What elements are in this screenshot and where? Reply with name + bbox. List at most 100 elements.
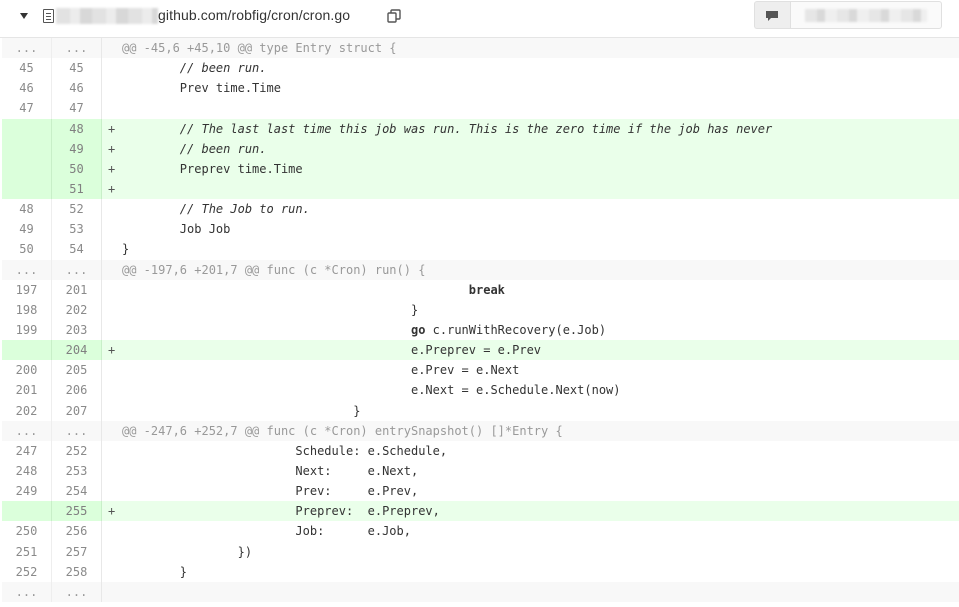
new-line-number[interactable]: 49 xyxy=(52,138,102,159)
old-line-number[interactable]: 200 xyxy=(2,360,52,381)
new-line-number[interactable]: 258 xyxy=(52,561,102,582)
old-line-number[interactable]: 202 xyxy=(2,400,52,421)
caret-down-icon[interactable] xyxy=(20,13,28,19)
added-line-row: 51 + xyxy=(2,178,959,200)
context-line-row: 252 258 } xyxy=(2,561,959,582)
hunk-header-row: ...... @@ -197,6 +201,7 @@ func (c *Cron)… xyxy=(2,259,959,280)
old-line-number[interactable] xyxy=(2,178,52,200)
context-line-row: 45 45 // been run. xyxy=(2,58,959,79)
old-line-number[interactable]: 198 xyxy=(2,299,52,320)
new-line-number[interactable]: 254 xyxy=(52,481,102,502)
new-line-number[interactable]: 54 xyxy=(52,239,102,260)
old-line-number[interactable]: 46 xyxy=(2,78,52,99)
new-line-number[interactable]: 52 xyxy=(52,199,102,220)
new-line-number[interactable]: 47 xyxy=(52,98,102,119)
new-line-number[interactable]: 255 xyxy=(52,501,102,522)
old-line-number[interactable]: 251 xyxy=(2,541,52,562)
old-line-number[interactable]: 199 xyxy=(2,319,52,341)
new-line-number[interactable]: 205 xyxy=(52,360,102,381)
hunk-header-row: ...... @@ -45,6 +45,10 @@ type Entry stru… xyxy=(2,38,959,59)
code-line: Preprev time.Time xyxy=(122,161,303,176)
added-line-row: 204 + e.Preprev = e.Prev xyxy=(2,340,959,361)
file-icon xyxy=(43,9,54,23)
context-line-row: 47 47 xyxy=(2,98,959,119)
old-line-number[interactable] xyxy=(2,158,52,179)
code-line: } xyxy=(122,403,361,418)
diff-table: ...... @@ -45,6 +45,10 @@ type Entry stru… xyxy=(2,38,959,602)
clipboard-icon[interactable] xyxy=(387,9,401,23)
old-line-number[interactable]: 50 xyxy=(2,239,52,260)
old-line-number[interactable]: ... xyxy=(2,581,52,602)
new-line-number[interactable]: ... xyxy=(52,581,102,602)
context-line-row: 202 207 } xyxy=(2,400,959,421)
new-line-number[interactable]: 48 xyxy=(52,118,102,139)
file-path-link[interactable]: github.com/robfig/cron/cron.go xyxy=(158,7,350,23)
new-line-number[interactable]: 53 xyxy=(52,219,102,240)
new-line-number[interactable]: 253 xyxy=(52,460,102,482)
added-line-row: 255 + Preprev: e.Preprev, xyxy=(2,501,959,522)
code-line: e.Prev = e.Next xyxy=(122,363,520,378)
old-line-number[interactable]: ... xyxy=(2,259,52,280)
new-line-number[interactable]: 257 xyxy=(52,541,102,562)
code-line: // The last last time this job was run. … xyxy=(122,121,773,136)
new-line-number[interactable]: ... xyxy=(52,259,102,280)
old-line-number[interactable]: 250 xyxy=(2,521,52,542)
old-line-number[interactable]: ... xyxy=(2,38,52,59)
code-line: } xyxy=(122,564,188,579)
context-line-row: 199 203 go c.runWithRecovery(e.Job) xyxy=(2,319,959,341)
old-line-number[interactable] xyxy=(2,138,52,159)
new-line-number[interactable]: 45 xyxy=(52,58,102,79)
new-line-number[interactable]: 204 xyxy=(52,340,102,361)
old-line-number[interactable]: 49 xyxy=(2,219,52,240)
old-line-number[interactable]: ... xyxy=(2,420,52,441)
new-line-number[interactable]: 46 xyxy=(52,78,102,99)
old-line-number[interactable]: 247 xyxy=(2,440,52,461)
new-line-number[interactable]: 51 xyxy=(52,178,102,200)
old-line-number[interactable]: 201 xyxy=(2,380,52,401)
old-line-number[interactable]: 47 xyxy=(2,98,52,119)
code-line: go c.runWithRecovery(e.Job) xyxy=(122,320,606,340)
comment-icon xyxy=(766,11,778,21)
code-line: e.Next = e.Schedule.Next(now) xyxy=(122,383,621,398)
context-line-row: 46 46 Prev time.Time xyxy=(2,78,959,99)
new-line-number[interactable]: 206 xyxy=(52,380,102,401)
added-marker: + xyxy=(108,141,116,156)
old-line-number[interactable]: 248 xyxy=(2,460,52,482)
old-line-number[interactable]: 48 xyxy=(2,199,52,220)
old-line-number[interactable]: 45 xyxy=(2,58,52,79)
new-line-number[interactable]: ... xyxy=(52,420,102,441)
code-line: } xyxy=(122,302,419,317)
new-line-number[interactable]: 202 xyxy=(52,299,102,320)
new-line-number[interactable]: 50 xyxy=(52,158,102,179)
new-line-number[interactable]: 201 xyxy=(52,279,102,300)
added-marker: + xyxy=(108,343,116,358)
code-line: Next: e.Next, xyxy=(122,463,419,478)
code-keyword: go xyxy=(410,322,426,337)
new-line-number[interactable]: 203 xyxy=(52,319,102,341)
code-text: c.runWithRecovery(e.Job) xyxy=(425,322,607,337)
context-line-row: 48 52 // The Job to run. xyxy=(2,199,959,220)
old-line-number[interactable] xyxy=(2,340,52,361)
code-line: Prev: e.Prev, xyxy=(122,484,419,499)
file-header: github.com/robfig/cron/cron.go xyxy=(0,0,959,38)
old-line-number[interactable] xyxy=(2,501,52,522)
new-line-number[interactable]: ... xyxy=(52,38,102,59)
comment-button[interactable] xyxy=(754,1,790,29)
added-marker: + xyxy=(108,121,116,136)
code-keyword: break xyxy=(468,282,505,297)
added-marker: + xyxy=(108,181,116,196)
old-line-number[interactable]: 197 xyxy=(2,279,52,300)
old-line-number[interactable]: 249 xyxy=(2,481,52,502)
context-line-row: 198 202 } xyxy=(2,299,959,320)
new-line-number[interactable]: 256 xyxy=(52,521,102,542)
code-line: Prev time.Time xyxy=(122,81,281,96)
added-marker: + xyxy=(108,504,116,519)
old-line-number[interactable]: 252 xyxy=(2,561,52,582)
new-line-number[interactable]: 252 xyxy=(52,440,102,461)
old-line-number[interactable] xyxy=(2,118,52,139)
new-line-number[interactable]: 207 xyxy=(52,400,102,421)
code-line: // been run. xyxy=(122,61,267,76)
code-line: e.Preprev = e.Prev xyxy=(122,343,542,358)
